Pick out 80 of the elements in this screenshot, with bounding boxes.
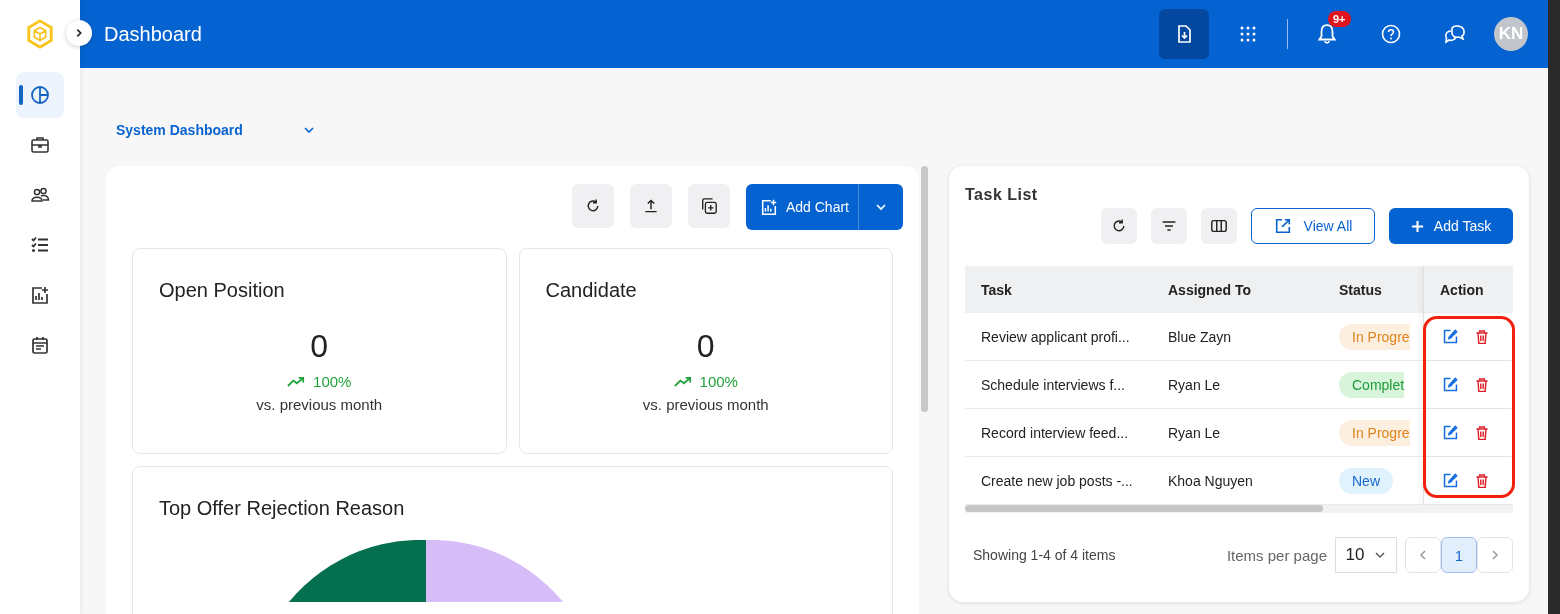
table-cell-text: Create new job posts -... xyxy=(980,471,1134,491)
trash-icon xyxy=(1474,424,1490,441)
column-header: Task xyxy=(980,280,1013,300)
notifications-button[interactable]: 9+ xyxy=(1302,9,1352,59)
bell-icon xyxy=(1316,23,1338,45)
panel-title: Task List xyxy=(965,186,1038,203)
edit-icon xyxy=(1441,376,1459,393)
column-header: Action xyxy=(1423,266,1513,313)
column-header: Assigned To xyxy=(1167,280,1252,300)
help-icon xyxy=(1381,24,1401,44)
chart-title: Top Offer Rejection Reason xyxy=(159,497,405,520)
items-summary: Showing 1-4 of 4 items xyxy=(973,547,1116,563)
chevron-down-icon xyxy=(875,201,887,213)
stat-title: Candidate xyxy=(545,279,637,302)
expand-button[interactable] xyxy=(66,20,92,46)
edit-icon xyxy=(1441,328,1459,345)
items-per-page-dropdown[interactable]: 10 xyxy=(1335,537,1397,573)
table-cell-text: Khoa Nguyen xyxy=(1167,471,1254,491)
trash-icon xyxy=(1474,376,1490,393)
chevron-right-icon xyxy=(1489,549,1501,561)
sidebar-item[interactable] xyxy=(16,72,64,118)
change-percent: 100% xyxy=(313,373,352,390)
items-per-page-label: Items per page xyxy=(1226,546,1327,564)
table-cell-text: Record interview feed... xyxy=(980,423,1130,443)
column-header: Status xyxy=(1339,280,1383,300)
external-link-icon xyxy=(1273,217,1292,235)
table-cell-text: Schedule interviews f... xyxy=(980,375,1126,395)
chevron-left-icon xyxy=(1417,549,1429,561)
download-button[interactable] xyxy=(1159,9,1209,59)
trash-icon xyxy=(1474,472,1490,489)
view-all-button[interactable]: View All xyxy=(1251,208,1375,244)
stat-value: 0 xyxy=(696,328,715,365)
chart-add-icon xyxy=(759,198,778,216)
filter-icon xyxy=(1161,218,1177,234)
stat-caption: vs. previous month xyxy=(256,396,383,413)
people-icon xyxy=(30,185,50,205)
plus-icon xyxy=(1410,219,1424,233)
table-cell-text: Ryan Le xyxy=(1167,375,1222,395)
cube-logo-icon xyxy=(25,18,55,50)
edit-icon xyxy=(1441,424,1459,441)
calendar-icon xyxy=(30,335,50,355)
chat-bubbles-icon xyxy=(1444,24,1466,44)
table-cell-text: Ryan Le xyxy=(1167,423,1222,443)
trend-up-icon xyxy=(673,376,692,387)
filter-button[interactable] xyxy=(1151,208,1187,244)
columns-button[interactable] xyxy=(1201,208,1237,244)
add-task-button[interactable]: Add Task xyxy=(1389,208,1513,244)
briefcase-icon xyxy=(30,135,50,155)
edit-icon xyxy=(1441,472,1459,489)
upload-icon xyxy=(642,198,659,214)
dashboard-dropdown[interactable]: System Dashboard xyxy=(116,116,315,144)
refresh-button[interactable] xyxy=(1101,208,1137,244)
checklist-icon xyxy=(30,235,50,255)
apps-grid-icon xyxy=(1238,24,1258,44)
scrollbar-thumb[interactable] xyxy=(965,505,1323,512)
refresh-button[interactable] xyxy=(571,184,614,228)
stat-value: 0 xyxy=(310,328,329,365)
page-title: Dashboard xyxy=(104,22,202,46)
refresh-icon xyxy=(1111,218,1127,234)
pie-chart-icon xyxy=(30,85,50,105)
chevron-down-icon xyxy=(302,124,315,136)
table-cell-text: Blue Zayn xyxy=(1167,327,1233,347)
change-percent: 100% xyxy=(699,373,738,390)
stat-caption: vs. previous month xyxy=(642,396,769,413)
status-tag: Complet xyxy=(1339,371,1405,398)
copy-add-icon xyxy=(699,197,718,215)
scrollbar-thumb[interactable] xyxy=(921,166,928,412)
status-tag: In Progre xyxy=(1339,419,1410,446)
page-button[interactable]: 1 xyxy=(1441,537,1477,573)
status-tag: New xyxy=(1339,467,1393,494)
stat-title: Open Position xyxy=(159,279,285,302)
columns-icon xyxy=(1210,217,1228,235)
notification-badge: 9+ xyxy=(1328,11,1351,27)
trash-icon xyxy=(1474,328,1490,345)
chart-add-icon xyxy=(30,285,50,305)
trend-up-icon xyxy=(287,376,306,387)
table-cell-text: Review applicant profi... xyxy=(980,327,1131,347)
status-tag: In Progre xyxy=(1339,323,1410,350)
duplicate-button[interactable] xyxy=(687,184,730,228)
chevron-right-icon xyxy=(74,28,84,38)
